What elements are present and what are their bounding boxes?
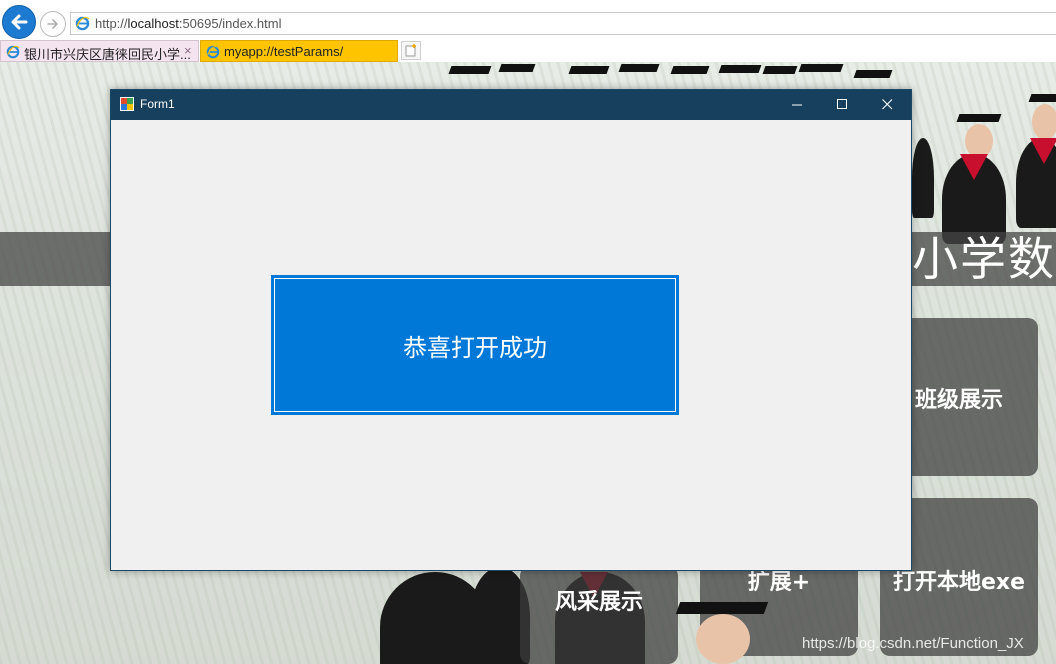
graduation-cap — [670, 66, 710, 74]
tile-style-showcase[interactable]: 风采展示 — [520, 566, 678, 664]
gown-collar — [1030, 138, 1056, 164]
ie-icon — [206, 45, 220, 59]
back-arrow-icon — [11, 14, 28, 30]
graduation-cap — [1028, 94, 1056, 102]
graduation-cap — [568, 66, 610, 74]
student-gown — [912, 138, 934, 218]
close-icon — [882, 99, 893, 110]
graduation-cap — [675, 602, 769, 614]
minimize-button[interactable] — [775, 90, 820, 120]
url-host: localhost — [127, 16, 179, 31]
graduation-cap — [762, 66, 798, 74]
new-tab-button[interactable] — [401, 41, 421, 60]
forward-button[interactable] — [40, 11, 66, 37]
graduation-cap — [956, 114, 1002, 122]
window-title: Form1 — [140, 97, 175, 111]
graduation-cap — [618, 64, 660, 72]
graduation-cap — [718, 65, 762, 73]
student-face — [965, 124, 993, 158]
graduation-cap — [853, 70, 893, 78]
url-path: :50695/index.html — [178, 16, 282, 31]
tile-label: 风采展示 — [554, 590, 643, 615]
minimize-icon — [792, 104, 802, 106]
tab-bar: 银川市兴庆区唐徕回民小学... × myapp://testParams/ — [0, 40, 1056, 63]
url-text: http://localhost:50695/index.html — [95, 16, 281, 31]
banner-title: 小学数 — [912, 232, 1056, 286]
gown-collar — [960, 154, 988, 180]
student-face — [696, 614, 750, 664]
graduation-cap — [448, 66, 492, 74]
forward-arrow-icon — [47, 19, 58, 29]
tab-myapp[interactable]: myapp://testParams/ — [200, 40, 398, 62]
url-prefix: http:// — [95, 16, 128, 31]
app-icon — [120, 97, 134, 111]
back-button[interactable] — [2, 5, 36, 39]
form1-window: Form1 恭喜打开成功 — [110, 89, 912, 571]
close-button[interactable] — [865, 90, 910, 120]
watermark: https://blog.csdn.net/Function_JX — [802, 635, 1024, 652]
ie-icon — [75, 16, 90, 31]
ie-icon — [6, 45, 20, 59]
url-field[interactable]: http://localhost:50695/index.html — [70, 12, 1056, 35]
tab-label: 银川市兴庆区唐徕回民小学... — [24, 47, 191, 62]
new-tab-icon — [405, 44, 416, 57]
window-titlebar[interactable]: Form1 — [111, 90, 911, 120]
success-button[interactable]: 恭喜打开成功 — [271, 275, 679, 415]
address-bar-area: http://localhost:50695/index.html — [0, 0, 1056, 40]
tab-close-icon[interactable]: × — [184, 43, 192, 58]
tab-label: myapp://testParams/ — [224, 44, 344, 59]
maximize-icon — [837, 99, 847, 109]
tab-school-site[interactable]: 银川市兴庆区唐徕回民小学... × — [0, 40, 199, 62]
graduation-cap — [498, 64, 536, 72]
student-face — [1032, 104, 1056, 140]
graduation-cap — [798, 64, 844, 72]
maximize-button[interactable] — [820, 90, 865, 120]
